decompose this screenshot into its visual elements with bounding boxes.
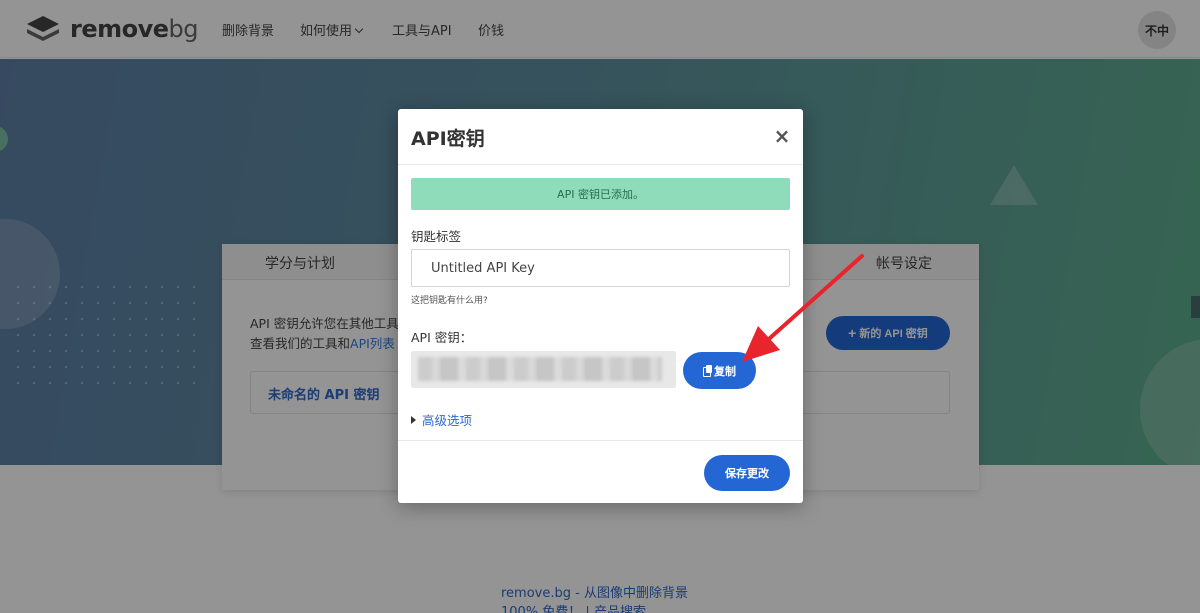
key-label-input[interactable] [411,249,790,287]
modal-title: API密钥 [411,128,485,150]
key-label-help-link[interactable]: 这把钥匙有什么用? [411,293,488,306]
api-key-title: API 密钥： [411,330,473,345]
modal-divider [398,440,803,441]
api-key-redacted [418,357,662,381]
key-label-title: 钥匙标签 [411,229,462,244]
copy-button[interactable]: 复制 [683,352,756,389]
api-key-modal: API密钥 × API 密钥已添加。 钥匙标签 这把钥匙有什么用? API 密钥… [398,109,803,503]
advanced-options-label: 高级选项 [422,413,473,428]
save-changes-button[interactable]: 保存更改 [704,455,790,491]
advanced-options-toggle[interactable]: 高级选项 [411,410,472,429]
modal-header: API密钥 × [398,109,803,165]
success-alert: API 密钥已添加。 [411,178,790,210]
caret-right-icon [411,415,416,424]
copy-button-label: 复制 [714,365,736,378]
close-icon[interactable]: × [772,126,792,146]
api-key-value-field[interactable] [411,351,676,388]
copy-icon [703,365,712,377]
